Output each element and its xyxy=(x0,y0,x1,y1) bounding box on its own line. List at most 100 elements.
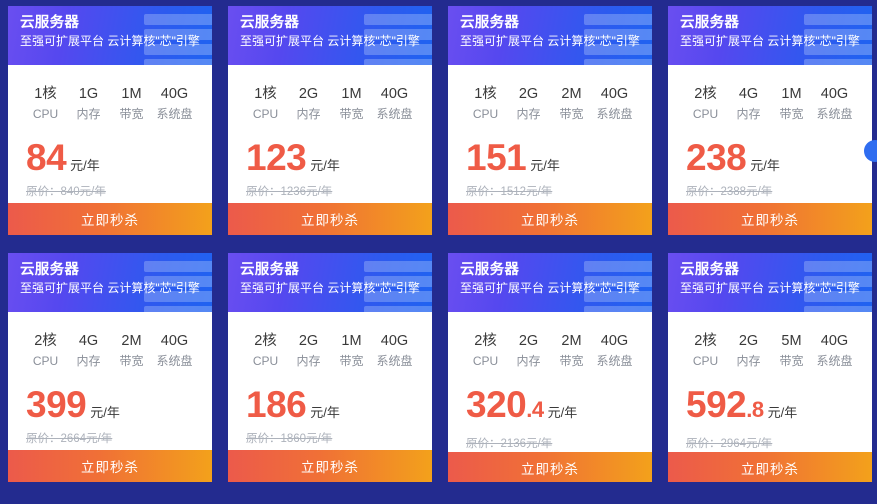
card-subtitle: 至强可扩展平台 云计算核"芯"引擎 xyxy=(680,281,860,295)
spec-cpu-value: 2核 xyxy=(474,333,497,349)
spec-memory: 2G 内存 xyxy=(507,85,550,123)
spec-disk: 40G 系统盘 xyxy=(373,332,416,370)
price-unit: 元/年 xyxy=(90,405,120,420)
original-price: 原价：1512元/年 xyxy=(466,186,553,198)
spec-disk-value: 40G xyxy=(160,86,189,102)
original-price: 原价：2964元/年 xyxy=(686,438,773,450)
price-row: 84 元/年 xyxy=(8,123,212,177)
spec-memory-label: 内存 xyxy=(516,107,541,121)
spec-row: 2核 CPU 2G 内存 5M 带宽 40G 系统盘 xyxy=(668,312,872,370)
spec-disk: 40G 系统盘 xyxy=(593,332,636,370)
spec-memory-value: 2G xyxy=(298,333,319,349)
spec-disk-label: 系统盘 xyxy=(596,107,633,121)
original-price: 原价：1860元/年 xyxy=(246,433,333,445)
card-title: 云服务器 xyxy=(680,262,740,278)
card-title: 云服务器 xyxy=(240,262,300,278)
buy-now-button[interactable]: 立即秒杀 xyxy=(228,203,432,235)
product-card[interactable]: 云服务器 至强可扩展平台 云计算核"芯"引擎 2核 CPU 2G 内存 1M 带… xyxy=(228,253,432,482)
spec-row: 1核 CPU 1G 内存 1M 带宽 40G 系统盘 xyxy=(8,65,212,123)
original-price: 原价：2136元/年 xyxy=(466,438,553,450)
spec-memory-label: 内存 xyxy=(736,107,761,121)
buy-now-button[interactable]: 立即秒杀 xyxy=(668,203,872,235)
spec-cpu-label: CPU xyxy=(692,354,719,368)
card-header: 云服务器 至强可扩展平台 云计算核"芯"引擎 xyxy=(8,253,212,312)
spec-row: 1核 CPU 2G 内存 2M 带宽 40G 系统盘 xyxy=(448,65,652,123)
buy-now-button[interactable]: 立即秒杀 xyxy=(8,203,212,235)
spec-bandwidth: 2M 带宽 xyxy=(110,332,153,370)
price-unit: 元/年 xyxy=(530,158,560,173)
spec-disk: 40G 系统盘 xyxy=(593,85,636,123)
price-row: 186 元/年 xyxy=(228,370,432,424)
spec-bandwidth-value: 1M xyxy=(121,86,142,102)
product-card[interactable]: 云服务器 至强可扩展平台 云计算核"芯"引擎 1核 CPU 2G 内存 2M 带… xyxy=(448,6,652,235)
spec-disk-value: 40G xyxy=(820,333,849,349)
card-title: 云服务器 xyxy=(460,15,520,31)
card-title: 云服务器 xyxy=(20,15,80,31)
price-row: 151 元/年 xyxy=(448,123,652,177)
spec-disk-label: 系统盘 xyxy=(156,107,193,121)
buy-now-button[interactable]: 立即秒杀 xyxy=(668,452,872,482)
spec-bandwidth-value: 2M xyxy=(561,86,582,102)
spec-cpu: 1核 CPU xyxy=(464,85,507,123)
spec-cpu-value: 2核 xyxy=(694,86,717,102)
spec-disk: 40G 系统盘 xyxy=(813,85,856,123)
original-price: 原价：2664元/年 xyxy=(26,433,113,445)
spec-disk-value: 40G xyxy=(600,333,629,349)
spec-cpu: 2核 CPU xyxy=(684,85,727,123)
product-card[interactable]: 云服务器 至强可扩展平台 云计算核"芯"引擎 2核 CPU 2G 内存 5M 带… xyxy=(668,253,872,482)
spec-disk: 40G 系统盘 xyxy=(813,332,856,370)
buy-now-button[interactable]: 立即秒杀 xyxy=(8,450,212,482)
spec-cpu-value: 1核 xyxy=(474,86,497,102)
price-row: 238 元/年 xyxy=(668,123,872,177)
spec-bandwidth: 2M 带宽 xyxy=(550,332,593,370)
spec-memory-value: 4G xyxy=(78,333,99,349)
price-integer: 151 xyxy=(466,137,527,178)
spec-cpu-label: CPU xyxy=(252,107,279,121)
product-card[interactable]: 云服务器 至强可扩展平台 云计算核"芯"引擎 1核 CPU 2G 内存 1M 带… xyxy=(228,6,432,235)
spec-row: 2核 CPU 2G 内存 1M 带宽 40G 系统盘 xyxy=(228,312,432,370)
spec-disk-label: 系统盘 xyxy=(376,107,413,121)
spec-cpu-label: CPU xyxy=(32,354,59,368)
spec-cpu: 2核 CPU xyxy=(244,332,287,370)
buy-now-button[interactable]: 立即秒杀 xyxy=(448,203,652,235)
spec-disk-label: 系统盘 xyxy=(376,354,413,368)
card-header: 云服务器 至强可扩展平台 云计算核"芯"引擎 xyxy=(448,253,652,312)
spec-memory-value: 2G xyxy=(518,333,539,349)
spec-memory-label: 内存 xyxy=(296,107,321,121)
spec-cpu: 2核 CPU xyxy=(24,332,67,370)
spec-memory-label: 内存 xyxy=(736,354,761,368)
card-subtitle: 至强可扩展平台 云计算核"芯"引擎 xyxy=(460,281,640,295)
buy-now-button[interactable]: 立即秒杀 xyxy=(228,450,432,482)
price-unit: 元/年 xyxy=(547,405,578,420)
card-header: 云服务器 至强可扩展平台 云计算核"芯"引擎 xyxy=(228,253,432,312)
spec-bandwidth-value: 1M xyxy=(341,86,362,102)
spec-memory: 4G 内存 xyxy=(727,85,770,123)
spec-cpu: 2核 CPU xyxy=(464,332,507,370)
spec-memory: 4G 内存 xyxy=(67,332,110,370)
spec-bandwidth-label: 带宽 xyxy=(559,354,584,368)
spec-cpu-label: CPU xyxy=(472,354,499,368)
spec-bandwidth-value: 1M xyxy=(341,333,362,349)
original-price: 原价：2388元/年 xyxy=(686,186,773,198)
price-row: 320 .4 元/年 xyxy=(448,370,652,429)
product-card[interactable]: 云服务器 至强可扩展平台 云计算核"芯"引擎 2核 CPU 4G 内存 1M 带… xyxy=(668,6,872,235)
price-integer: 84 xyxy=(26,137,67,178)
spec-cpu: 1核 CPU xyxy=(24,85,67,123)
product-card[interactable]: 云服务器 至强可扩展平台 云计算核"芯"引擎 2核 CPU 2G 内存 2M 带… xyxy=(448,253,652,482)
spec-cpu-label: CPU xyxy=(692,107,719,121)
spec-disk: 40G 系统盘 xyxy=(153,332,196,370)
buy-now-button[interactable]: 立即秒杀 xyxy=(448,452,652,482)
spec-bandwidth-label: 带宽 xyxy=(779,107,804,121)
spec-disk-value: 40G xyxy=(600,86,629,102)
spec-bandwidth: 5M 带宽 xyxy=(770,332,813,370)
price-unit: 元/年 xyxy=(750,158,780,173)
spec-bandwidth: 1M 带宽 xyxy=(330,332,373,370)
spec-disk-value: 40G xyxy=(160,333,189,349)
spec-disk-value: 40G xyxy=(820,86,849,102)
product-card[interactable]: 云服务器 至强可扩展平台 云计算核"芯"引擎 1核 CPU 1G 内存 1M 带… xyxy=(8,6,212,235)
card-title: 云服务器 xyxy=(680,15,740,31)
spec-disk: 40G 系统盘 xyxy=(153,85,196,123)
card-subtitle: 至强可扩展平台 云计算核"芯"引擎 xyxy=(460,34,640,48)
card-subtitle: 至强可扩展平台 云计算核"芯"引擎 xyxy=(240,34,420,48)
product-card[interactable]: 云服务器 至强可扩展平台 云计算核"芯"引擎 2核 CPU 4G 内存 2M 带… xyxy=(8,253,212,482)
